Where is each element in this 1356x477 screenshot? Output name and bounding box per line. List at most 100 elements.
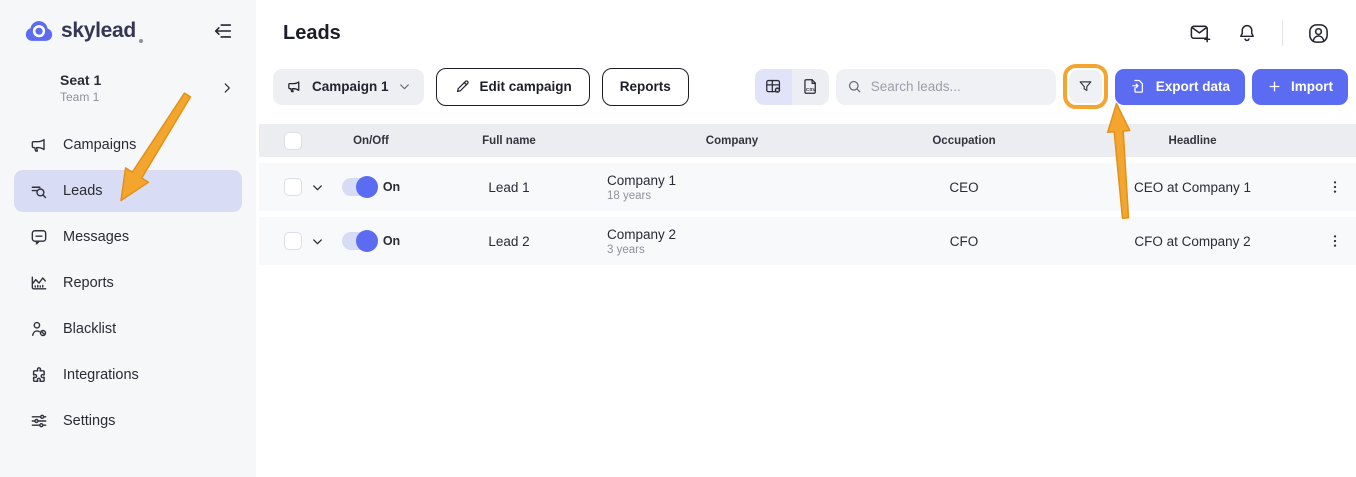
- company-cell: Company 1 18 years: [607, 173, 857, 202]
- notifications-icon: [1236, 22, 1258, 44]
- row-menu-button[interactable]: [1327, 233, 1343, 249]
- topbar: Leads: [256, 0, 1356, 50]
- sidebar-item-campaigns[interactable]: Campaigns: [14, 124, 242, 166]
- seat-title: Seat 1: [60, 72, 101, 88]
- logo-row: skylead: [0, 14, 256, 48]
- sliders-icon: [28, 411, 50, 431]
- app: skylead Seat 1 Team 1: [0, 0, 1356, 477]
- occupation-cell: CFO: [857, 234, 1071, 249]
- collapse-sidebar-button[interactable]: [212, 20, 234, 42]
- row-menu-button[interactable]: [1327, 179, 1343, 195]
- toggle-state-label: On: [383, 180, 400, 194]
- csv-view-icon: CSV: [801, 77, 820, 96]
- topbar-divider: [1282, 20, 1283, 46]
- view-toggle: CSV: [755, 69, 829, 105]
- onoff-toggle-cell: On: [331, 232, 411, 250]
- table-row: On Lead 1 Company 1 18 years CEO CEO at …: [259, 163, 1356, 211]
- search-input[interactable]: [871, 79, 1046, 94]
- toolbar-left: Campaign 1 Edit campaign Reports: [273, 68, 689, 106]
- skylead-cloud-logo-icon: [24, 16, 54, 46]
- filter-button[interactable]: [1069, 70, 1102, 103]
- toggle-knob: [356, 230, 378, 252]
- full-name-cell: Lead 2: [411, 234, 607, 249]
- search-box: [836, 69, 1056, 105]
- select-all-checkbox[interactable]: [284, 132, 302, 150]
- company-tenure: 18 years: [607, 190, 857, 202]
- table-row: On Lead 2 Company 2 3 years CFO CFO at C…: [259, 217, 1356, 265]
- chart-icon: [28, 273, 50, 293]
- brand-wordmark: skylead: [61, 19, 136, 43]
- column-header-headline: Headline: [1071, 135, 1314, 147]
- notifications-button[interactable]: [1236, 22, 1258, 44]
- sidebar-nav: Campaigns Leads Messages: [0, 124, 256, 442]
- sidebar-item-label: Integrations: [63, 367, 139, 383]
- sidebar-item-label: Reports: [63, 275, 114, 291]
- headline-cell: CFO at Company 2: [1071, 234, 1314, 249]
- row-checkbox[interactable]: [284, 232, 302, 250]
- company-tenure: 3 years: [607, 244, 857, 256]
- sidebar-item-settings[interactable]: Settings: [14, 400, 242, 442]
- brand-dot: [139, 39, 143, 43]
- message-icon: [28, 227, 50, 247]
- account-button[interactable]: [1307, 22, 1330, 45]
- sidebar-item-label: Settings: [63, 413, 115, 429]
- export-data-button[interactable]: Export data: [1115, 69, 1245, 105]
- kebab-menu-icon: [1327, 233, 1343, 249]
- import-button[interactable]: Import: [1252, 69, 1348, 105]
- occupation-cell: CEO: [857, 180, 1071, 195]
- row-checkbox[interactable]: [284, 178, 302, 196]
- leads-table: On/Off Full name Company Occupation Head…: [259, 124, 1356, 265]
- topbar-icons: [1189, 20, 1330, 46]
- seat-info: Seat 1 Team 1: [60, 72, 101, 104]
- company-name: Company 2: [607, 227, 857, 242]
- sidebar-item-label: Leads: [63, 183, 103, 199]
- campaign-selector[interactable]: Campaign 1: [273, 69, 424, 105]
- kebab-menu-icon: [1327, 179, 1343, 195]
- import-label: Import: [1291, 79, 1333, 94]
- sidebar-item-blacklist[interactable]: Blacklist: [14, 308, 242, 350]
- puzzle-icon: [28, 365, 50, 385]
- export-file-icon: [1130, 78, 1147, 95]
- new-message-button[interactable]: [1189, 22, 1212, 45]
- headline-cell: CEO at Company 1: [1071, 180, 1314, 195]
- seat-selector[interactable]: Seat 1 Team 1: [60, 72, 234, 104]
- sidebar-item-leads[interactable]: Leads: [14, 170, 242, 212]
- onoff-toggle-cell: On: [331, 178, 411, 196]
- edit-campaign-button[interactable]: Edit campaign: [436, 68, 590, 106]
- chevron-down-icon: [310, 180, 325, 195]
- row-expand-button[interactable]: [310, 180, 325, 195]
- sidebar-item-reports[interactable]: Reports: [14, 262, 242, 304]
- edit-campaign-label: Edit campaign: [480, 79, 572, 94]
- campaign-selector-label: Campaign 1: [312, 79, 389, 94]
- company-name: Company 1: [607, 173, 857, 188]
- table-view-button[interactable]: [755, 69, 792, 105]
- reports-button[interactable]: Reports: [602, 68, 689, 106]
- sidebar-item-messages[interactable]: Messages: [14, 216, 242, 258]
- csv-view-button[interactable]: CSV: [792, 69, 829, 105]
- leads-search-icon: [28, 181, 50, 201]
- page-title: Leads: [283, 22, 341, 45]
- svg-text:CSV: CSV: [806, 87, 817, 93]
- row-expand-button[interactable]: [310, 234, 325, 249]
- main-content: Leads: [256, 0, 1356, 477]
- search-icon: [846, 78, 863, 95]
- toolbar: Campaign 1 Edit campaign Reports: [273, 64, 1348, 109]
- sidebar-item-label: Campaigns: [63, 137, 136, 153]
- chevron-down-icon: [310, 234, 325, 249]
- column-header-onoff: On/Off: [331, 135, 411, 147]
- chevron-down-icon: [398, 80, 411, 93]
- column-header-fullname: Full name: [411, 135, 607, 147]
- toggle-knob: [356, 176, 378, 198]
- toolbar-right: CSV: [755, 64, 1348, 109]
- sidebar-item-integrations[interactable]: Integrations: [14, 354, 242, 396]
- company-cell: Company 2 3 years: [607, 227, 857, 256]
- table-header-row: On/Off Full name Company Occupation Head…: [259, 124, 1356, 157]
- toggle-state-label: On: [383, 234, 400, 248]
- export-data-label: Export data: [1156, 79, 1230, 94]
- megaphone-icon: [28, 135, 50, 155]
- onoff-toggle[interactable]: [342, 232, 377, 250]
- reports-button-label: Reports: [620, 79, 671, 94]
- onoff-toggle[interactable]: [342, 178, 377, 196]
- funnel-icon: [1077, 78, 1094, 95]
- sidebar-item-label: Blacklist: [63, 321, 116, 337]
